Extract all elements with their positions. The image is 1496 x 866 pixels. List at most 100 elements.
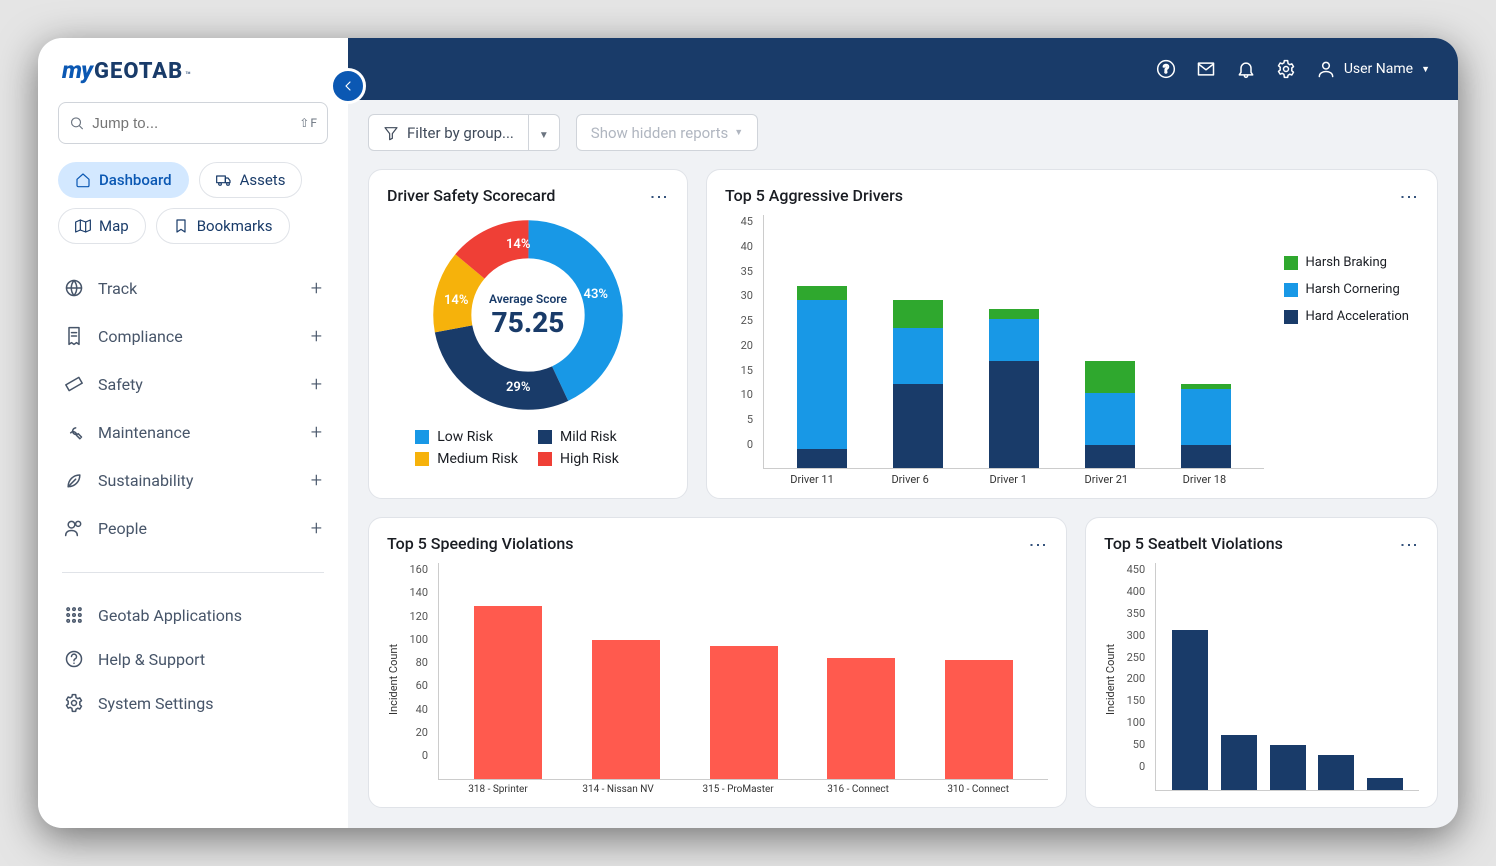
card-speeding-violations: Top 5 Speeding Violations ⋮ Incident Cou… xyxy=(368,517,1067,808)
pill-assets[interactable]: Assets xyxy=(199,162,303,198)
y-axis: 450400350300250200150100500 xyxy=(1117,563,1145,791)
x-axis xyxy=(1117,791,1419,795)
app-window: my GEOTAB ™ ⇧F Dashboard Assets xyxy=(38,38,1458,828)
expand-icon: + xyxy=(311,516,322,540)
caret-down-icon: ▼ xyxy=(539,130,549,141)
truck-icon xyxy=(216,172,232,188)
donut-chart: Average Score 75.25 43% 29% 14% 14% xyxy=(428,215,628,415)
nav-people[interactable]: People + xyxy=(50,504,336,552)
legend-item: Hard Acceleration xyxy=(1284,309,1409,324)
x-axis: Driver 11Driver 6Driver 1Driver 21Driver… xyxy=(725,469,1264,486)
slice-label-low: 43% xyxy=(584,287,608,302)
filter-bar: Filter by group... ▼ Show hidden reports… xyxy=(348,100,1458,165)
nav-geotab-apps[interactable]: Geotab Applications xyxy=(50,593,336,637)
card-menu-button[interactable]: ⋮ xyxy=(648,188,669,204)
nav-settings[interactable]: System Settings xyxy=(50,681,336,725)
row-1: Driver Safety Scorecard ⋮ xyxy=(368,169,1438,499)
search-box[interactable]: ⇧F xyxy=(58,102,328,144)
speeding-chart: 160140120100806040200 xyxy=(400,563,1048,780)
dashboard-content: Driver Safety Scorecard ⋮ xyxy=(348,165,1458,828)
card-menu-button[interactable]: ⋮ xyxy=(1027,536,1048,552)
seatbelt-chart: 450400350300250200150100500 xyxy=(1117,563,1419,791)
card-title: Top 5 Speeding Violations xyxy=(387,534,573,553)
notifications-button[interactable] xyxy=(1236,59,1256,79)
pill-label: Assets xyxy=(240,171,286,189)
nav-label: Safety xyxy=(98,375,143,394)
home-icon xyxy=(75,172,91,188)
user-icon xyxy=(1316,59,1336,79)
nav-main: Track + Compliance + Safety + Maintenanc… xyxy=(38,254,348,562)
mail-icon xyxy=(1196,59,1216,79)
donut-center-value: 75.25 xyxy=(492,306,565,339)
expand-icon: + xyxy=(311,324,322,348)
pill-map[interactable]: Map xyxy=(58,208,146,244)
card-title: Top 5 Seatbelt Violations xyxy=(1104,534,1283,553)
nav-compliance[interactable]: Compliance + xyxy=(50,312,336,360)
chevron-left-icon xyxy=(340,78,356,94)
nav-maintenance[interactable]: Maintenance + xyxy=(50,408,336,456)
filter-dropdown-toggle[interactable]: ▼ xyxy=(529,114,560,151)
card-menu-button[interactable]: ⋮ xyxy=(1398,188,1419,204)
help-circle-icon: ? xyxy=(1156,59,1176,79)
y-axis-title: Incident Count xyxy=(1104,563,1117,795)
nav-sustainability[interactable]: Sustainability + xyxy=(50,456,336,504)
help-button[interactable]: ? xyxy=(1156,59,1176,79)
bars xyxy=(438,563,1048,780)
gear-icon xyxy=(64,693,84,713)
legend-item: Medium Risk xyxy=(415,451,518,467)
receipt-icon xyxy=(64,326,84,346)
nav-label: System Settings xyxy=(98,694,213,713)
slice-label-mild: 29% xyxy=(506,380,530,395)
aggressive-chart: 454035302520151050 xyxy=(725,215,1264,469)
sidebar: my GEOTAB ™ ⇧F Dashboard Assets xyxy=(38,38,348,828)
map-icon xyxy=(75,218,91,234)
settings-button[interactable] xyxy=(1276,59,1296,79)
user-menu[interactable]: User Name ▼ xyxy=(1316,59,1430,79)
y-axis: 454035302520151050 xyxy=(725,215,753,469)
card-driver-safety-scorecard: Driver Safety Scorecard ⋮ xyxy=(368,169,688,499)
collapse-sidebar-button[interactable] xyxy=(330,68,366,104)
wrench-icon xyxy=(64,422,84,442)
nav-label: Geotab Applications xyxy=(98,606,242,625)
nav-footer: Geotab Applications Help & Support Syste… xyxy=(38,583,348,735)
messages-button[interactable] xyxy=(1196,59,1216,79)
bars xyxy=(763,215,1264,469)
scorecard-legend: Low Risk Mild Risk Medium Risk High Risk xyxy=(415,429,641,467)
row-2: Top 5 Speeding Violations ⋮ Incident Cou… xyxy=(368,517,1438,808)
user-label: User Name xyxy=(1344,61,1413,77)
globe-icon xyxy=(64,278,84,298)
leaf-icon xyxy=(64,470,84,490)
logo-part1: my xyxy=(62,56,92,84)
expand-icon: + xyxy=(311,420,322,444)
nav-help[interactable]: Help & Support xyxy=(50,637,336,681)
bookmark-icon xyxy=(173,218,189,234)
logo-tm: ™ xyxy=(185,71,191,81)
pill-bookmarks[interactable]: Bookmarks xyxy=(156,208,290,244)
y-axis-title: Incident Count xyxy=(387,563,400,795)
logo: my GEOTAB ™ xyxy=(38,56,348,102)
nav-label: Help & Support xyxy=(98,650,205,669)
card-menu-button[interactable]: ⋮ xyxy=(1398,536,1419,552)
nav-track[interactable]: Track + xyxy=(50,264,336,312)
show-hidden-reports-button[interactable]: Show hidden reports ▼ xyxy=(576,114,758,151)
gear-icon xyxy=(1276,59,1296,79)
expand-icon: + xyxy=(311,276,322,300)
search-input[interactable] xyxy=(92,115,291,132)
legend-item: Low Risk xyxy=(415,429,518,445)
legend-item: Harsh Braking xyxy=(1284,255,1409,270)
legend-item: Mild Risk xyxy=(538,429,641,445)
pill-label: Bookmarks xyxy=(197,217,273,235)
pill-dashboard[interactable]: Dashboard xyxy=(58,162,189,198)
nav-safety[interactable]: Safety + xyxy=(50,360,336,408)
help-icon xyxy=(64,649,84,669)
pill-label: Map xyxy=(99,217,129,235)
donut-center-label: Average Score xyxy=(489,292,567,306)
grid-icon xyxy=(64,605,84,625)
aggressive-legend: Harsh Braking Harsh Cornering Hard Accel… xyxy=(1264,215,1419,486)
slice-label-high: 14% xyxy=(506,237,530,252)
topbar: ? User Name ▼ xyxy=(348,38,1458,100)
filter-by-group-button[interactable]: Filter by group... xyxy=(368,114,529,151)
card-title: Top 5 Aggressive Drivers xyxy=(725,186,903,205)
card-seatbelt-violations: Top 5 Seatbelt Violations ⋮ Incident Cou… xyxy=(1085,517,1438,808)
legend-item: Harsh Cornering xyxy=(1284,282,1409,297)
